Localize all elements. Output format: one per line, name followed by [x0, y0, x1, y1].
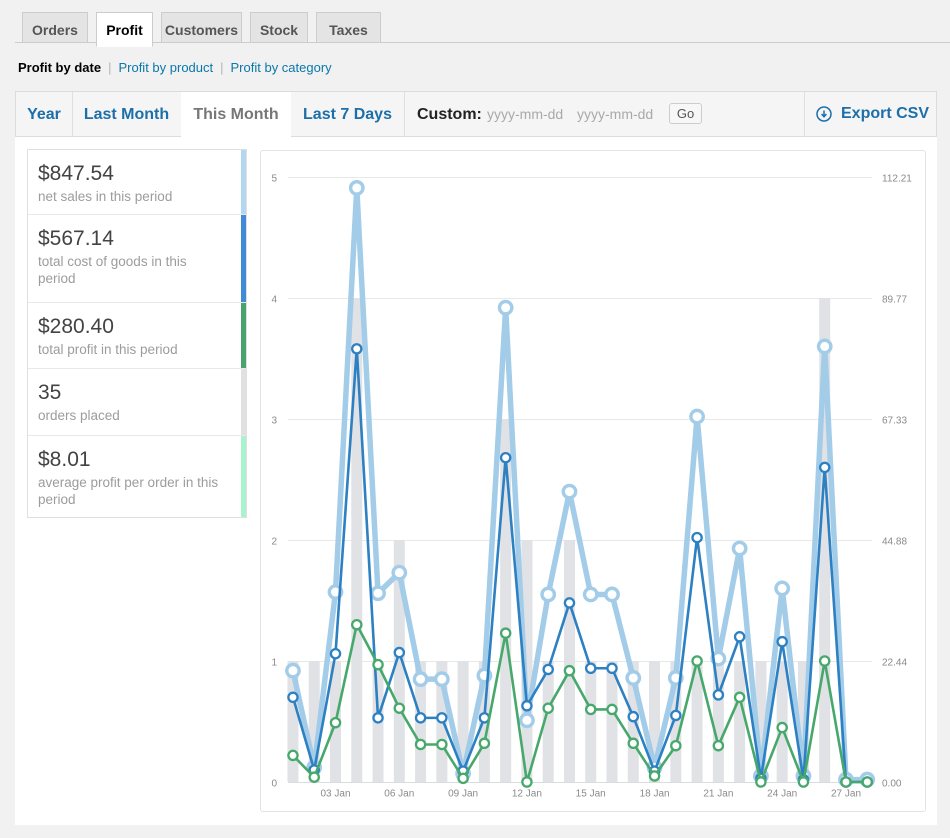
svg-text:3: 3 [271, 416, 277, 427]
svg-text:12 Jan: 12 Jan [512, 789, 542, 800]
svg-text:5: 5 [271, 174, 277, 185]
svg-text:44.88: 44.88 [882, 537, 907, 548]
svg-text:112.21: 112.21 [882, 174, 912, 185]
svg-text:03 Jan: 03 Jan [320, 789, 350, 800]
svg-text:18 Jan: 18 Jan [640, 789, 670, 800]
svg-text:22.44: 22.44 [882, 658, 907, 669]
svg-text:0: 0 [271, 779, 277, 790]
svg-text:67.33: 67.33 [882, 416, 907, 427]
svg-text:15 Jan: 15 Jan [576, 789, 606, 800]
svg-text:09 Jan: 09 Jan [448, 789, 478, 800]
svg-text:4: 4 [271, 295, 277, 306]
svg-text:2: 2 [271, 537, 277, 548]
svg-text:27 Jan: 27 Jan [831, 789, 861, 800]
svg-text:06 Jan: 06 Jan [384, 789, 414, 800]
svg-text:1: 1 [271, 658, 277, 669]
svg-text:24 Jan: 24 Jan [767, 789, 797, 800]
svg-text:89.77: 89.77 [882, 295, 907, 306]
svg-text:0.00: 0.00 [882, 779, 902, 790]
svg-text:21 Jan: 21 Jan [703, 789, 733, 800]
